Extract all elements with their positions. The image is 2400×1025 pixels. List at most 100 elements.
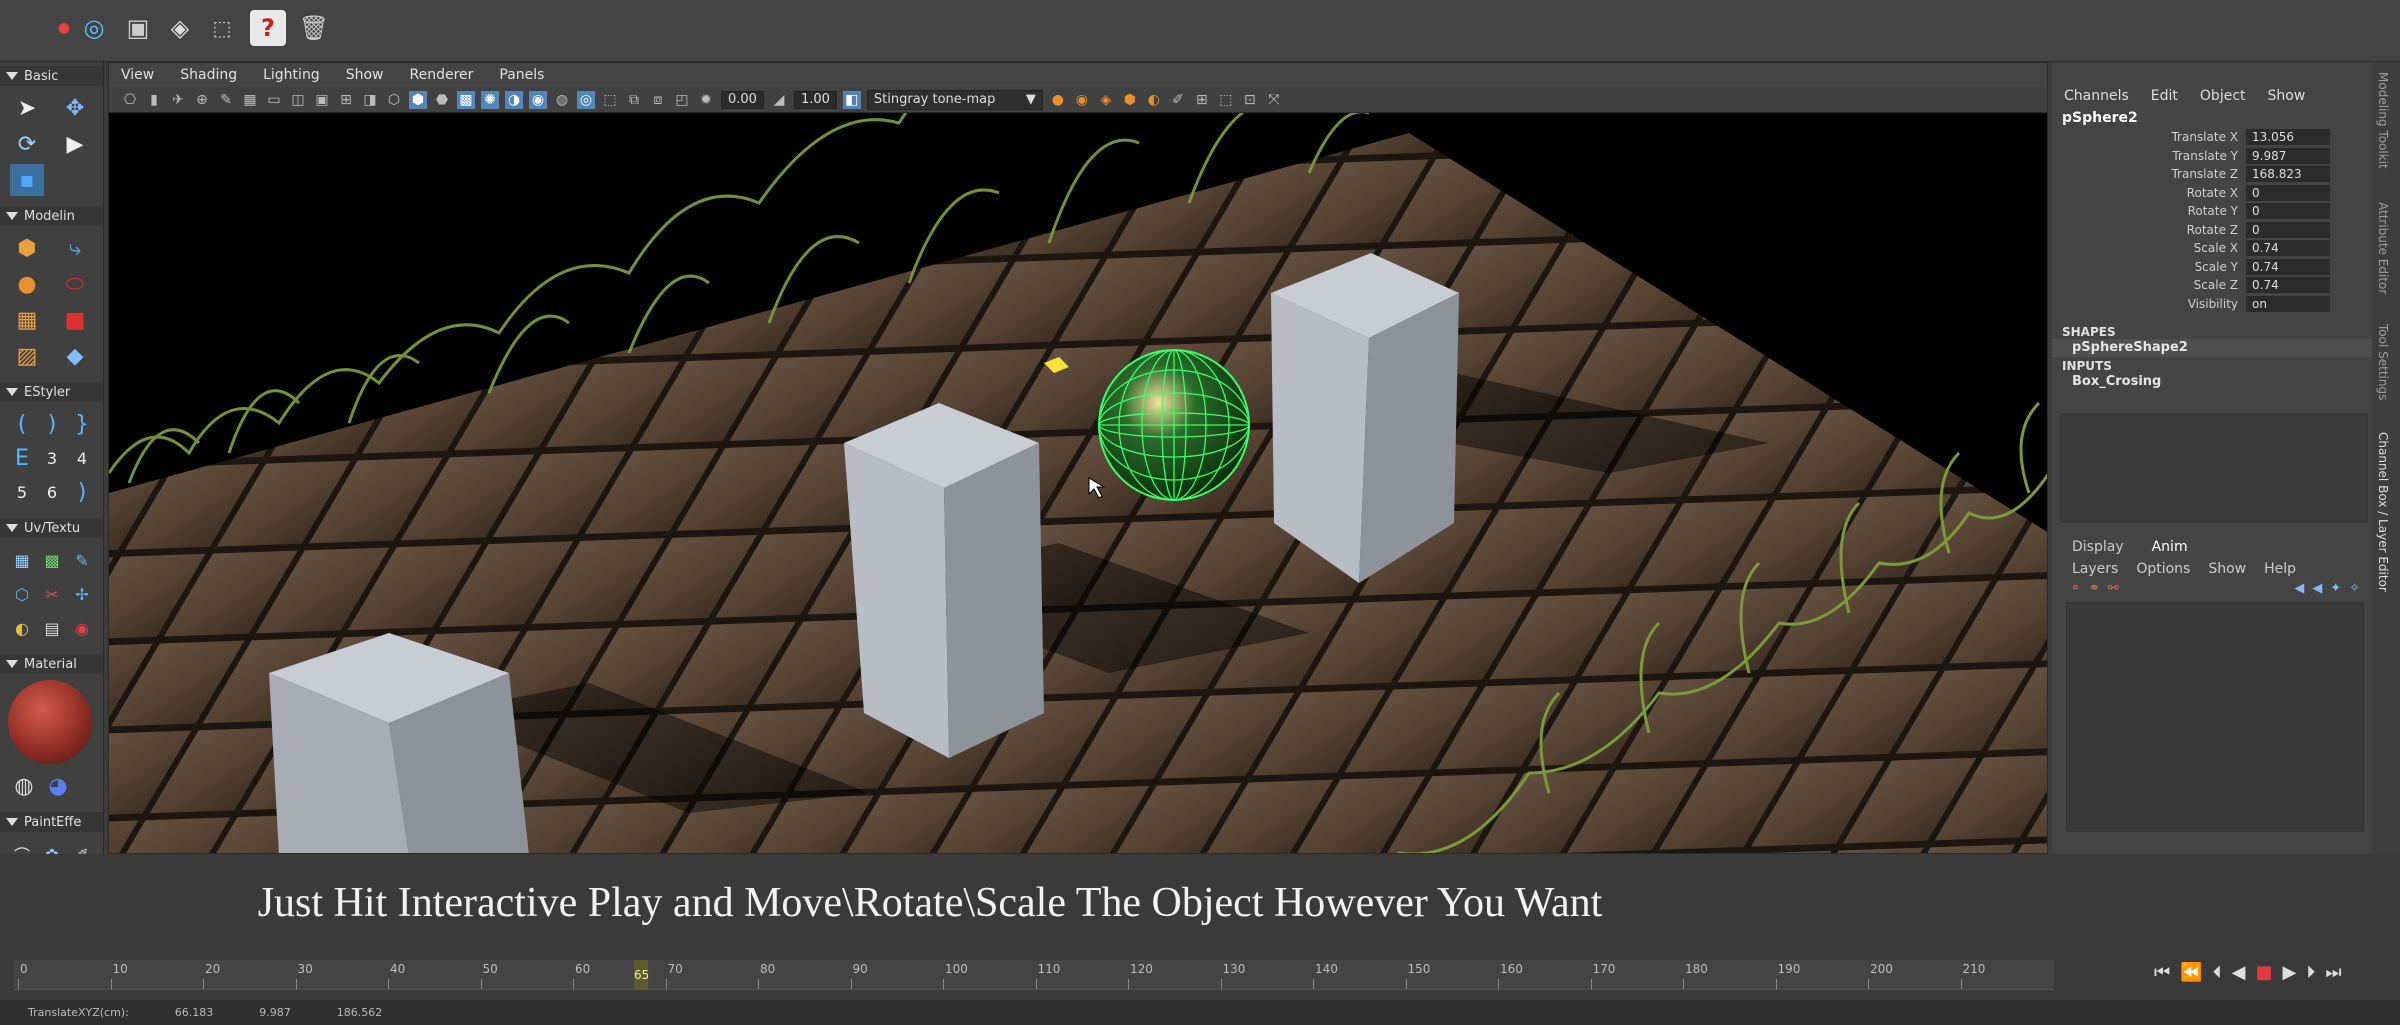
poly-sphere-icon[interactable]: ● — [10, 268, 44, 300]
side-tab-channel-box[interactable]: Channel Box / Layer Editor — [2376, 432, 2390, 592]
gamma-field[interactable]: 1.00 — [793, 90, 837, 109]
material-preview-swatch[interactable] — [8, 680, 92, 764]
render-settings-icon[interactable]: ⬢ — [1121, 91, 1139, 109]
menu-channels[interactable]: Channels — [2064, 88, 2129, 104]
bracket-right-icon[interactable]: ) — [40, 408, 64, 440]
attribute-value-field[interactable]: 0.74 — [2246, 258, 2330, 275]
bracket-end-icon[interactable]: ) — [70, 476, 94, 508]
number-4-icon[interactable]: 4 — [70, 442, 94, 474]
frame-selected-icon[interactable]: ⊡ — [1241, 91, 1259, 109]
viewport-panel[interactable]: View Shading Lighting Show Renderer Pane… — [108, 62, 2048, 854]
bookmark-icon[interactable]: ▮ — [145, 91, 163, 109]
tab-anim[interactable]: Anim — [2152, 539, 2188, 555]
play-forward-icon[interactable]: ▶ — [2282, 962, 2296, 983]
safe-action-icon[interactable]: ◨ — [361, 91, 379, 109]
view-transform-dropdown[interactable]: Stingray tone-map ▼ — [866, 89, 1043, 110]
new-layer-icon[interactable]: ✦ — [2330, 581, 2341, 596]
uv-paint-icon[interactable]: ◐ — [10, 612, 34, 644]
poly-cylinder-icon[interactable]: ▦ — [10, 304, 44, 336]
attribute-value-field[interactable]: 0 — [2246, 184, 2330, 201]
number-6-icon[interactable]: 6 — [40, 476, 64, 508]
color-management-icon[interactable]: ◧ — [842, 90, 861, 109]
attribute-row[interactable]: Rotate X 0 — [2052, 184, 2372, 203]
play-backwards-icon[interactable]: ◀ — [2232, 962, 2246, 983]
xray-icon[interactable]: ⧉ — [625, 91, 643, 109]
shelf-section-uv[interactable]: Uv/Textu — [0, 518, 103, 538]
menu-edit[interactable]: Edit — [2151, 88, 2178, 104]
paint-pen-icon[interactable]: ✐ — [70, 838, 94, 855]
menu-renderer[interactable]: Renderer — [409, 67, 473, 83]
shelf-section-estyler[interactable]: EStyler — [0, 382, 103, 402]
wireframe-icon[interactable]: ⬡ — [385, 91, 403, 109]
menu-object[interactable]: Object — [2200, 88, 2246, 104]
plane-icon[interactable]: ▨ — [10, 340, 44, 372]
step-back-frame-icon[interactable]: ⏴ — [2213, 962, 2222, 983]
gate-mask-icon[interactable]: ▣ — [313, 91, 331, 109]
attribute-value-field[interactable]: 0.74 — [2246, 277, 2330, 294]
attribute-value-field[interactable]: 0 — [2246, 221, 2330, 238]
camera-tool-icon[interactable]: ✈ — [169, 91, 187, 109]
maximize-icon[interactable]: ⤧ — [1265, 91, 1283, 109]
attribute-row[interactable]: Rotate Y 0 — [2052, 202, 2372, 221]
globe-icon[interactable]: ◕ — [44, 770, 72, 802]
nurbs-sphere-icon[interactable]: ⬭ — [58, 268, 92, 300]
menu-shading[interactable]: Shading — [180, 67, 237, 83]
go-to-start-icon[interactable]: ⏮ — [2154, 962, 2170, 983]
uv-editor-icon[interactable]: ▦ — [10, 544, 34, 576]
attribute-value-field[interactable]: 13.056 — [2246, 129, 2330, 146]
move-icon[interactable]: ▣ — [120, 10, 156, 46]
play-arrow-icon[interactable]: ▶ — [58, 128, 92, 160]
menu-options[interactable]: Options — [2136, 561, 2190, 577]
attribute-row[interactable]: Rotate Z 0 — [2052, 221, 2372, 240]
lights-icon[interactable]: ✺ — [481, 90, 499, 109]
menu-view[interactable]: View — [121, 67, 154, 83]
uv-image-icon[interactable]: ▤ — [40, 612, 64, 644]
grease-pencil-icon[interactable]: ✎ — [217, 91, 235, 109]
shelf-section-modeling[interactable]: Modelin — [0, 206, 103, 226]
poly-cube-icon[interactable]: ⬢ — [10, 232, 44, 264]
uv-layout-icon[interactable]: ✢ — [70, 578, 94, 610]
edge-icon[interactable]: E — [10, 442, 34, 474]
timeline-ruler[interactable]: 65 0 10 20 30 40 50 60 70 80 90 100 110 120 130 140 150… — [14, 960, 2054, 990]
attribute-row[interactable]: Translate X 13.056 — [2052, 128, 2372, 147]
selected-node-name[interactable]: pSphere2 — [2052, 104, 2372, 128]
curve-icon[interactable]: ⤷ — [58, 232, 92, 264]
wireframe-on-shaded-icon[interactable]: ⬣ — [433, 91, 451, 109]
shader-ball-icon[interactable]: ◍ — [10, 770, 38, 802]
tool-icon[interactable]: ✐ — [1169, 91, 1187, 109]
step-back-key-icon[interactable]: ⏪ — [2180, 962, 2202, 983]
key-selected-icon[interactable]: ⚭ — [2089, 581, 2100, 596]
rotate-icon[interactable]: ◈ — [162, 10, 198, 46]
frame-all-icon[interactable]: ⬚ — [1217, 91, 1235, 109]
number-3-icon[interactable]: 3 — [40, 442, 64, 474]
layer-list[interactable] — [2066, 602, 2364, 832]
ipr-icon[interactable]: ◈ — [1097, 91, 1115, 109]
attribute-value-field[interactable]: 9.987 — [2246, 147, 2330, 164]
side-tab-tool-settings[interactable]: Tool Settings — [2376, 324, 2390, 400]
lasso-icon[interactable]: ⟳ — [10, 128, 44, 160]
select-arrow-icon[interactable]: ➤ — [10, 92, 44, 124]
motion-blur-icon[interactable]: ◍ — [553, 91, 571, 109]
anti-aliasing-icon[interactable]: ◎ — [577, 90, 595, 109]
paint-orange-icon[interactable]: ● — [1049, 91, 1067, 109]
trash-icon[interactable]: 🗑 — [296, 10, 332, 46]
side-tab-modeling-toolkit[interactable]: Modeling Toolkit — [2376, 72, 2390, 169]
field-chart-icon[interactable]: ⊞ — [337, 91, 355, 109]
menu-show-layers[interactable]: Show — [2208, 561, 2246, 577]
attribute-value-field[interactable]: on — [2246, 295, 2330, 312]
film-gate-icon[interactable]: ▭ — [265, 91, 283, 109]
shelf-section-basic[interactable]: Basic — [0, 66, 103, 86]
attribute-row[interactable]: Scale X 0.74 — [2052, 239, 2372, 258]
new-layer-selected-icon[interactable]: ✧ — [2349, 581, 2360, 596]
camera-select-icon[interactable]: ⎔ — [121, 91, 139, 109]
input-node-item[interactable]: Box_Crosing — [2052, 373, 2372, 391]
move-layer-down-icon[interactable]: ◀ — [2312, 581, 2322, 596]
attribute-row[interactable]: Visibility on — [2052, 295, 2372, 314]
menu-show-channels[interactable]: Show — [2268, 88, 2306, 104]
attribute-row[interactable]: Translate Y 9.987 — [2052, 147, 2372, 166]
hypershade-icon[interactable]: ◐ — [1145, 91, 1163, 109]
attribute-value-field[interactable]: 168.823 — [2246, 166, 2330, 183]
exposure-field[interactable]: 0.00 — [721, 90, 764, 109]
xray-joints-icon[interactable]: ⧈ — [649, 91, 667, 109]
screen-space-ao-icon[interactable]: ◉ — [529, 90, 547, 109]
